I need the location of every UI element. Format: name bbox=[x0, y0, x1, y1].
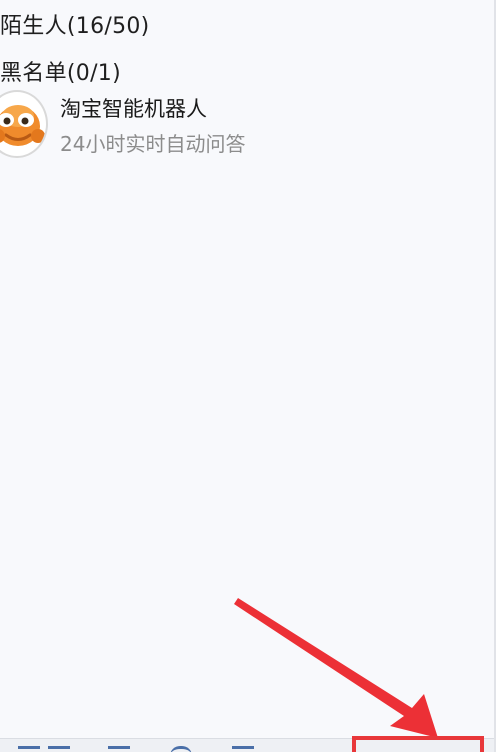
group-header-strangers[interactable]: 陌生人(16/50) bbox=[0, 8, 150, 40]
contact-item-taobao-robot[interactable]: 淘宝智能机器人 24小时实时自动问答 bbox=[0, 90, 456, 162]
group-header-blacklist[interactable]: 黑名单(0/1) bbox=[0, 55, 121, 87]
contact-list-window: 陌生人(16/50) 黑名单(0/1) 淘宝智能机器人 24小时实时自动问答 bbox=[0, 0, 496, 752]
toolbar-search-icon[interactable] bbox=[170, 746, 192, 752]
contact-name: 淘宝智能机器人 bbox=[60, 97, 207, 121]
toolbar-menu-icon[interactable] bbox=[18, 746, 40, 752]
toolbar-app-icon[interactable] bbox=[232, 746, 254, 752]
toolbar-window-icon[interactable] bbox=[48, 746, 70, 752]
taobao-robot-mascot-icon bbox=[0, 90, 48, 158]
red-highlight-box bbox=[352, 736, 484, 752]
toolbar-mail-icon[interactable] bbox=[108, 746, 130, 752]
contact-status-text: 24小时实时自动问答 bbox=[60, 132, 246, 156]
